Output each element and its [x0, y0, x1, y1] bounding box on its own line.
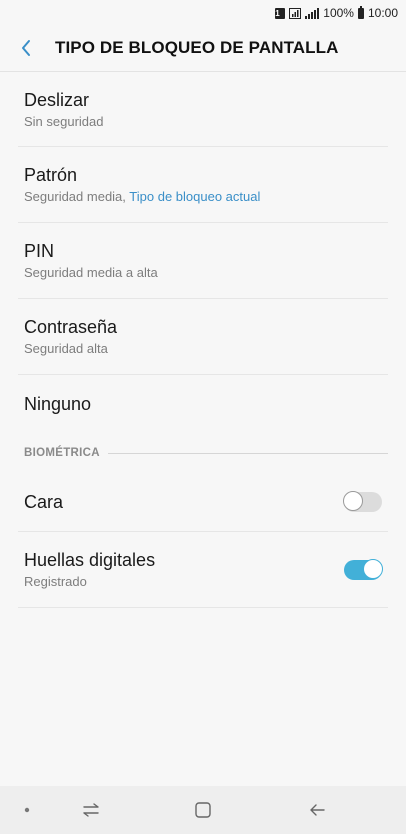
toggle-knob [363, 558, 383, 579]
option-subtitle: Registrado [24, 574, 87, 589]
section-line [107, 452, 388, 454]
face-toggle[interactable] [343, 491, 382, 512]
option-title: Patrón [24, 165, 78, 185]
option-subtitle: Seguridad alta [24, 341, 108, 356]
biometric-fingerprints[interactable]: Huellas digitales Registrado [0, 532, 406, 607]
chevron-left-icon [20, 39, 32, 57]
option-subtitle: Seguridad media, [24, 189, 126, 204]
biometric-section-header: BIOMÉTRICA [0, 433, 406, 473]
lock-type-list: Deslizar Sin seguridad Patrón Seguridad … [0, 72, 406, 608]
option-pattern[interactable]: Patrón Seguridad media, Tipo de bloqueo … [0, 147, 406, 222]
recent-apps-icon[interactable] [76, 786, 106, 834]
clock: 10:00 [367, 6, 398, 20]
option-pin[interactable]: PIN Seguridad media a alta [0, 223, 406, 298]
option-title: Cara [24, 491, 64, 512]
toggle-knob [343, 491, 363, 511]
biometric-face[interactable]: Cara [0, 473, 406, 531]
biometric-text: Cara [24, 492, 63, 513]
divider [18, 607, 388, 608]
option-title: Ninguno [24, 393, 92, 414]
app-bar: TIPO DE BLOQUEO DE PANTALLA [0, 26, 406, 70]
option-subtitle: Seguridad media a alta [24, 265, 158, 280]
option-title: Huellas digitales [24, 550, 156, 570]
option-slide[interactable]: Deslizar Sin seguridad [0, 72, 406, 146]
option-title: Contraseña [24, 317, 118, 337]
back-button[interactable] [0, 26, 52, 70]
option-password[interactable]: Contraseña Seguridad alta [0, 299, 406, 374]
page-title: TIPO DE BLOQUEO DE PANTALLA [55, 38, 339, 57]
dot-icon[interactable] [22, 786, 32, 834]
signal-icon [305, 7, 320, 19]
option-subtitle-wrap: Seguridad media, Tipo de bloqueo actual [24, 189, 382, 204]
battery-icon [357, 5, 364, 19]
biometric-text: Huellas digitales Registrado [24, 550, 155, 589]
sim-icon: 1 [275, 7, 286, 19]
option-title: Deslizar [24, 89, 90, 110]
navigation-bar [0, 786, 406, 834]
wifi-calling-icon [289, 7, 302, 19]
section-label: BIOMÉTRICA [24, 447, 100, 459]
battery-percent: 100% [323, 6, 354, 20]
current-lock-label: Tipo de bloqueo actual [129, 189, 261, 204]
option-title: PIN [24, 241, 55, 261]
status-bar: 1 100% 10:00 [0, 0, 406, 26]
back-nav-icon[interactable] [302, 786, 332, 834]
option-none[interactable]: Ninguno [0, 375, 406, 433]
option-subtitle: Sin seguridad [24, 113, 104, 129]
fingerprint-toggle[interactable] [344, 558, 383, 580]
home-icon[interactable] [188, 786, 218, 834]
